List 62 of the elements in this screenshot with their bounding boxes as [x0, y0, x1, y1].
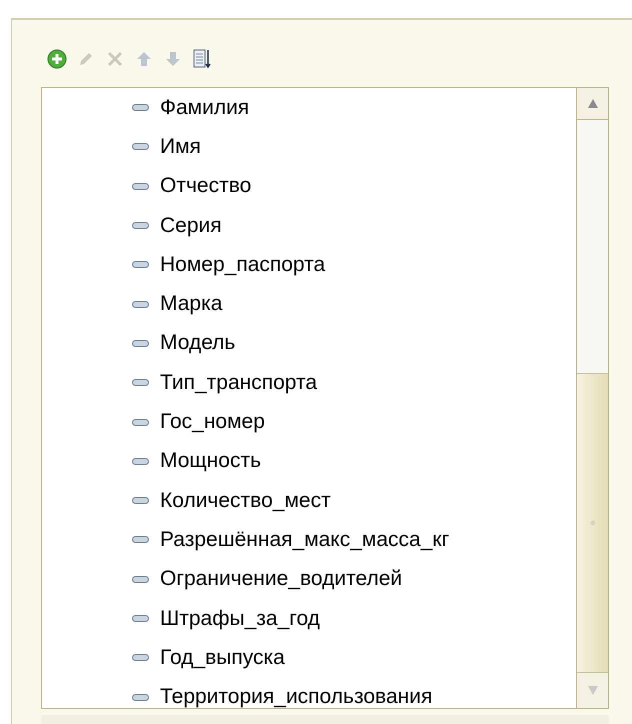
field-icon	[132, 261, 149, 268]
scrollbar[interactable]	[576, 88, 608, 708]
item-label: Имя	[160, 134, 201, 159]
list-icon	[193, 49, 211, 69]
plus-icon	[47, 49, 67, 69]
list-item[interactable]: Год_выпуска	[42, 638, 576, 678]
item-label: Фамилия	[160, 96, 250, 120]
item-label: Ограничение_водителей	[160, 567, 402, 592]
list-item[interactable]: Отчество	[42, 166, 576, 206]
list-item[interactable]: Ограничение_водителей	[42, 560, 576, 599]
field-icon	[132, 497, 149, 504]
list-item[interactable]: Гос_номер	[42, 402, 576, 442]
grip-icon	[590, 520, 596, 526]
list-item[interactable]: Штрафы_за_год	[42, 598, 576, 638]
item-label: Номер_паспорта	[160, 252, 326, 277]
field-icon	[132, 418, 149, 426]
list-item[interactable]: Номер_паспорта	[42, 245, 576, 284]
list-item[interactable]: Модель	[42, 324, 576, 364]
item-label: Территория_использования	[160, 685, 432, 710]
field-icon	[132, 143, 149, 150]
item-label: Мощность	[160, 449, 262, 474]
field-icon	[132, 536, 149, 544]
field-icon	[132, 615, 149, 622]
up-arrow-icon	[135, 50, 153, 68]
list-item[interactable]: Имя	[42, 127, 576, 167]
list-item[interactable]: Тип_транспорта	[42, 363, 576, 402]
item-label: Тип_транспорта	[160, 370, 318, 395]
item-label: Модель	[160, 331, 236, 356]
list-item[interactable]: Серия	[42, 206, 576, 246]
close-icon	[106, 50, 124, 68]
field-icon	[132, 379, 149, 386]
scroll-thumb[interactable]	[577, 373, 608, 673]
list-item[interactable]: Количество_мест	[42, 480, 576, 520]
item-label: Разрешённая_макс_масса_кг	[160, 528, 450, 552]
item-label: Количество_мест	[160, 488, 331, 513]
field-icon	[132, 182, 149, 190]
list-item[interactable]: Мощность	[42, 442, 576, 481]
down-triangle-icon	[588, 686, 598, 695]
pencil-icon	[77, 50, 95, 68]
field-icon	[132, 300, 149, 308]
item-label: Гос_номер	[160, 410, 265, 434]
item-label: Марка	[160, 292, 222, 316]
list-item[interactable]: Марка	[42, 284, 576, 324]
list-item[interactable]: Территория_использования	[42, 677, 576, 717]
scroll-up-button[interactable]	[577, 88, 608, 120]
item-label: Штрафы_за_год	[160, 606, 320, 630]
add-button[interactable]	[45, 47, 69, 71]
item-label: Год_выпуска	[160, 646, 285, 670]
list-item[interactable]: Фамилия	[42, 88, 576, 128]
item-label: Серия	[160, 214, 222, 238]
field-icon	[132, 104, 149, 112]
field-icon	[132, 694, 149, 701]
field-icon	[132, 654, 149, 662]
list-item[interactable]: Разрешённая_макс_масса_кг	[42, 520, 576, 560]
down-arrow-icon	[164, 50, 182, 68]
field-icon	[132, 576, 149, 583]
up-triangle-icon	[588, 99, 598, 108]
field-icon	[132, 458, 149, 465]
field-icon	[132, 340, 149, 347]
field-icon	[132, 222, 149, 230]
item-label: Отчество	[160, 174, 252, 198]
scroll-down-button[interactable]	[577, 673, 608, 708]
